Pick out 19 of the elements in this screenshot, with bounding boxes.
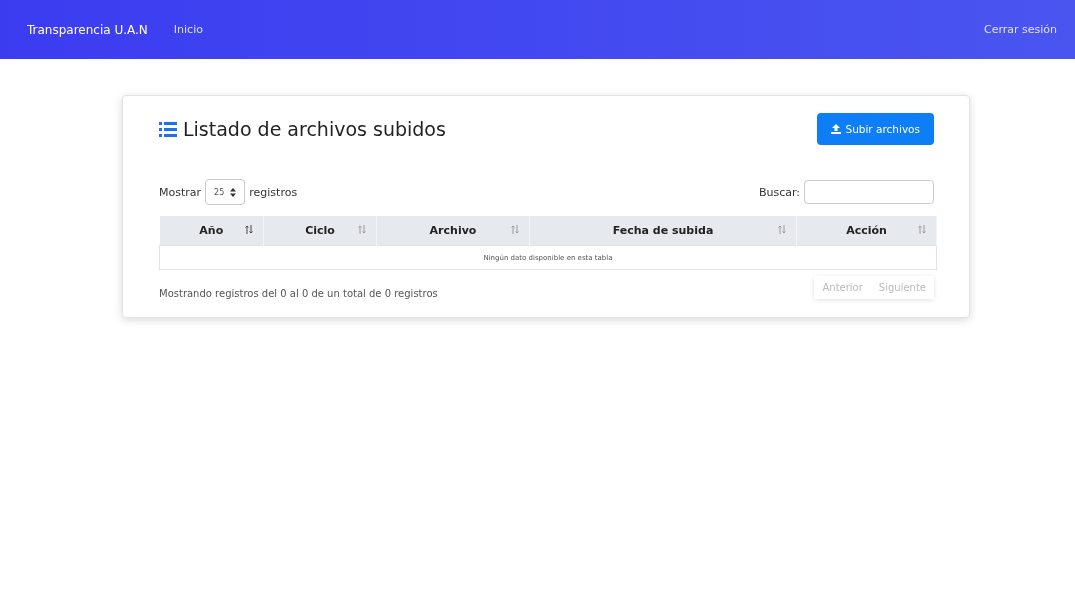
caret-icon [230,187,237,197]
upload-button[interactable]: Subir archivos [817,113,934,145]
column-header[interactable]: Año [159,216,264,246]
length-label: Mostrar [159,185,202,199]
logout-link[interactable]: Cerrar sesión [983,23,1057,36]
page-title: Listado de archivos subidos [183,118,446,140]
column-header[interactable]: Fecha de subida [529,216,797,246]
search-field[interactable] [804,180,934,204]
nav-link[interactable]: Inicio [173,23,203,36]
list-icon [159,121,177,137]
column-header[interactable]: Acción [796,216,937,246]
column-header[interactable]: Archivo [376,216,530,246]
table-info: Mostrando registros del 0 al 0 de un total de 0 registros [159,288,438,299]
page-length-select[interactable]: 25 [205,179,246,205]
brand-link[interactable]: Transparencia U.A.N [27,22,148,37]
search-label: Buscar: [758,185,800,199]
upload-icon [831,124,842,134]
column-header[interactable]: Ciclo [263,216,377,246]
length-label: registros [249,185,298,199]
